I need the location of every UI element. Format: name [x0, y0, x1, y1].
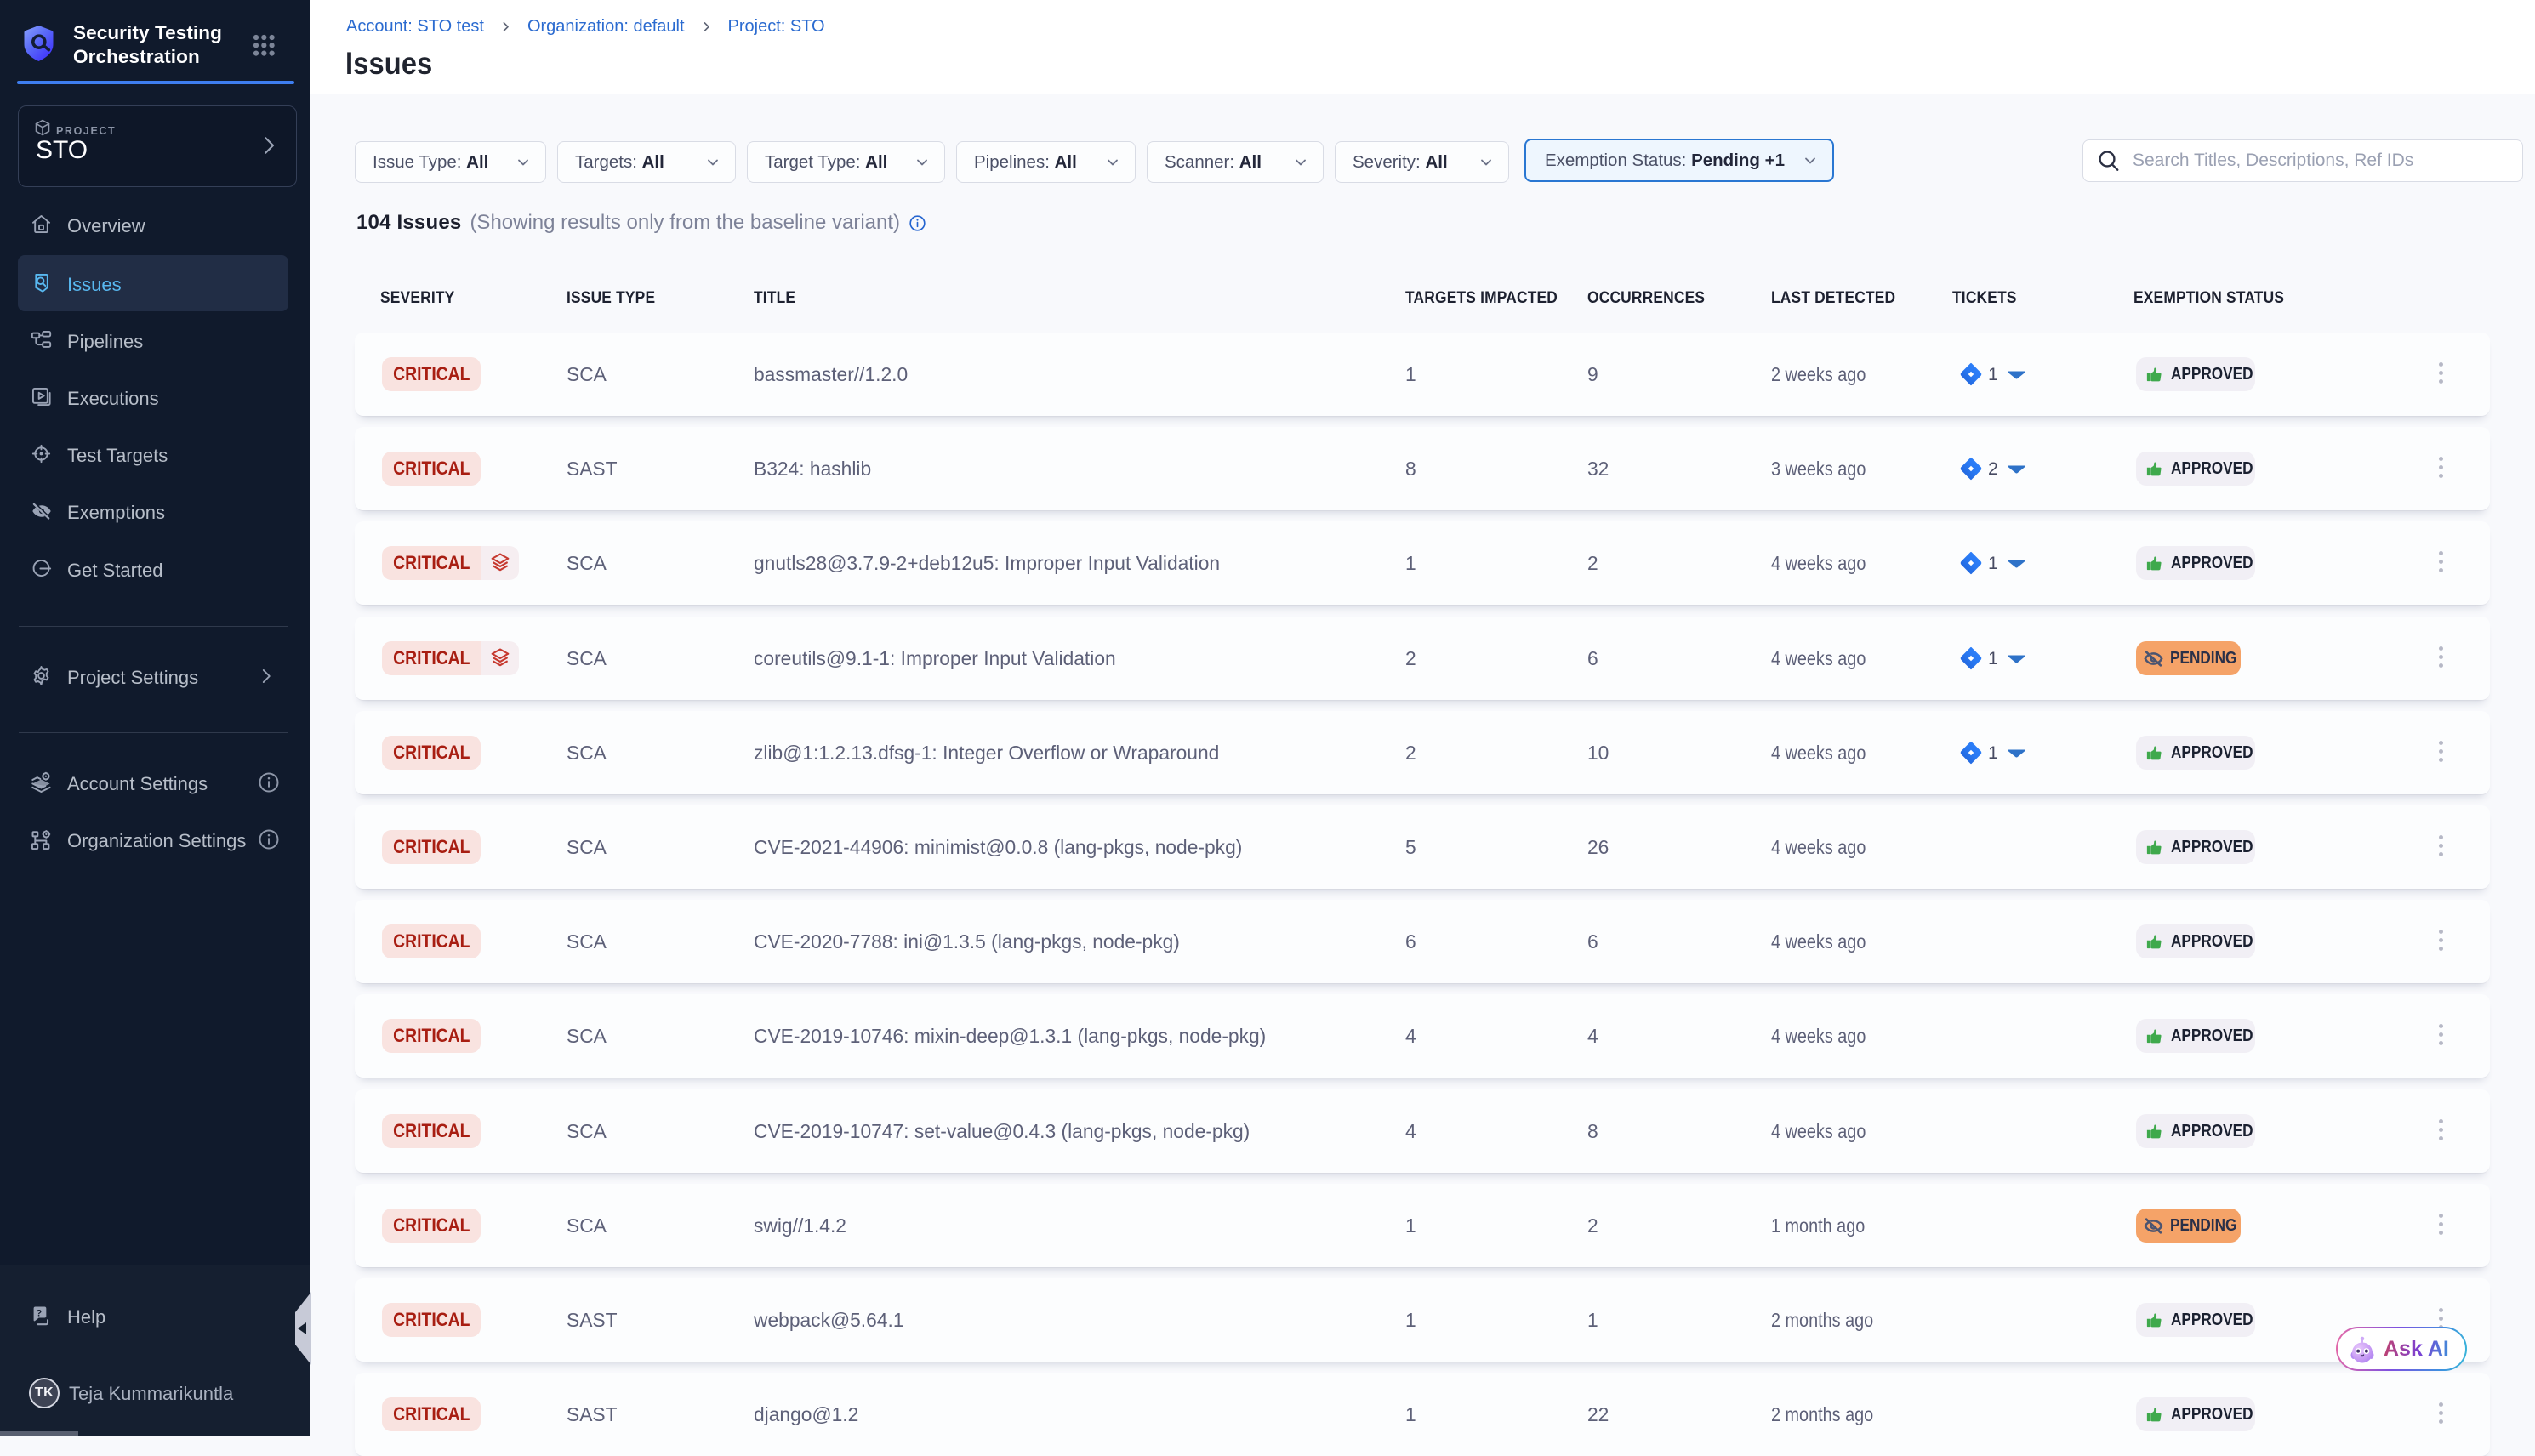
- svg-text:?: ?: [37, 1308, 43, 1318]
